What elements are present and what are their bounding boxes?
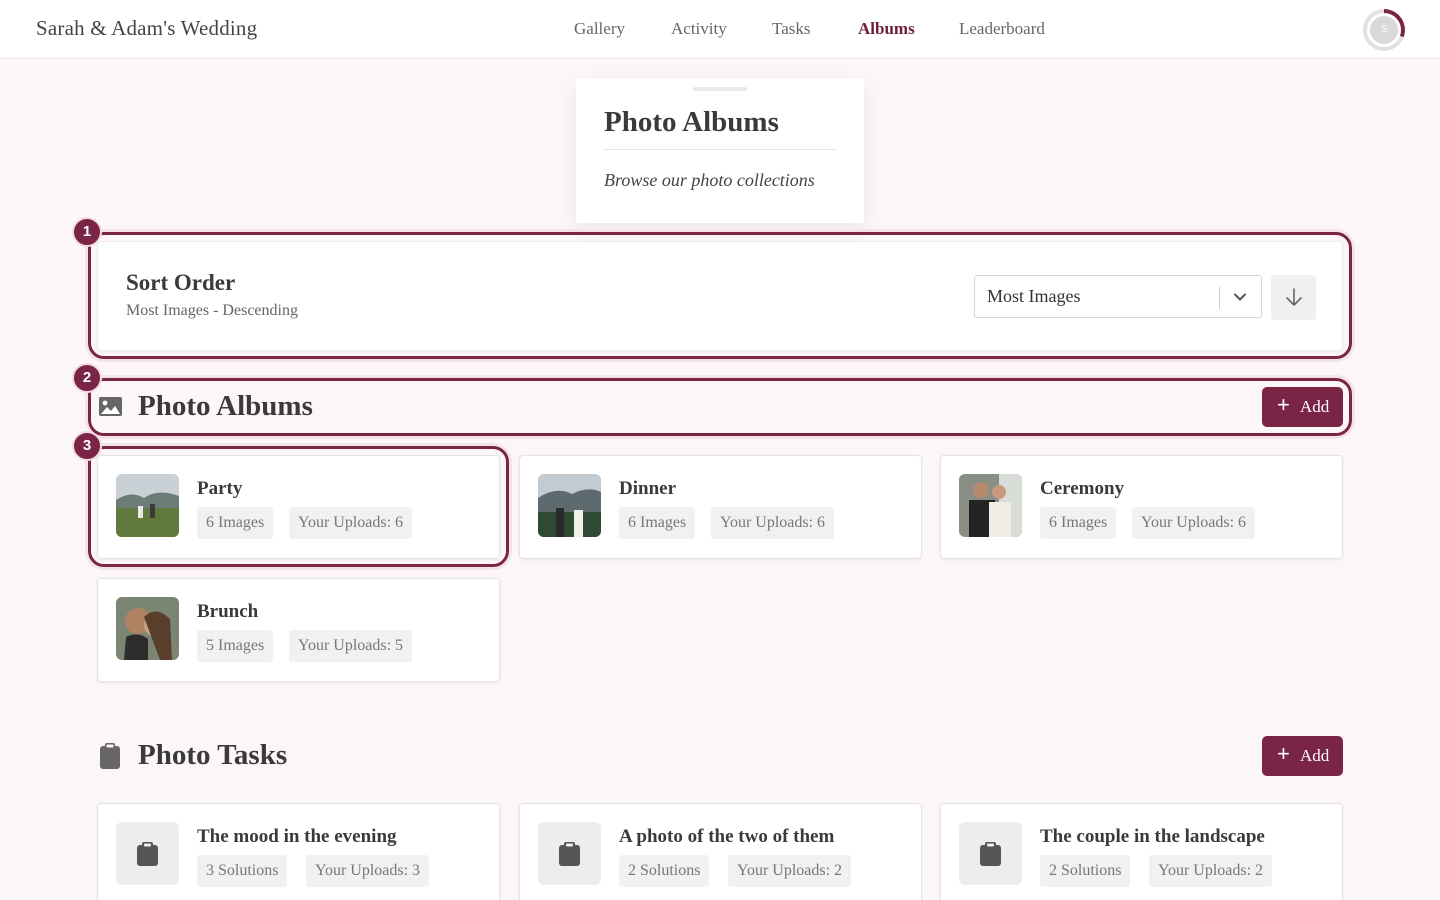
plus-icon: + [1277,741,1290,766]
album-upload-count: Your Uploads: 6 [289,507,413,539]
album-image-count: 6 Images [1040,507,1117,539]
step-marker-1: 1 [72,217,102,247]
task-name: The mood in the evening [197,826,397,847]
task-upload-count: Your Uploads: 2 [728,855,852,887]
clipboard-icon [100,743,120,769]
task-name: The couple in the landscape [1040,826,1265,847]
user-avatar-progress[interactable]: S [1363,9,1405,51]
page-subtitle: Browse our photo collections [604,170,815,190]
album-thumbnail [116,474,179,537]
task-card-two-of-them[interactable]: A photo of the two of them 2 Solutions Y… [519,803,922,900]
sort-direction-button[interactable] [1271,275,1316,320]
nav-tasks[interactable]: Tasks [772,19,810,39]
sort-title: Sort Order [126,270,236,295]
clipboard-icon [980,842,1001,866]
clipboard-icon [559,842,580,866]
album-card-brunch[interactable]: Brunch 5 Images Your Uploads: 5 [97,578,500,682]
image-icon [99,397,122,416]
task-name: A photo of the two of them [619,826,835,847]
album-image-count: 5 Images [197,630,274,662]
step-marker-2: 2 [72,363,102,393]
nav-activity[interactable]: Activity [671,19,727,39]
task-solution-count: 3 Solutions [197,855,288,887]
task-thumbnail [538,822,601,885]
drag-handle [693,87,747,91]
step-marker-3: 3 [72,431,102,461]
album-image-count: 6 Images [619,507,696,539]
page-title: Photo Albums [604,106,779,138]
album-thumbnail [959,474,1022,537]
sort-select-value: Most Images [987,286,1081,306]
divider [603,149,837,150]
task-card-landscape[interactable]: The couple in the landscape 2 Solutions … [940,803,1343,900]
sort-order-card: Sort Order Most Images - Descending Most… [97,241,1343,351]
add-album-button[interactable]: + Add [1262,387,1343,427]
album-card-dinner[interactable]: Dinner 6 Images Your Uploads: 6 [519,455,922,559]
album-upload-count: Your Uploads: 6 [711,507,835,539]
task-thumbnail [116,822,179,885]
add-task-button[interactable]: + Add [1262,736,1343,776]
page-header-card: Photo Albums Browse our photo collection… [576,78,864,223]
top-navbar: Sarah & Adam's Wedding Gallery Activity … [0,0,1440,59]
chevron-down-icon [1230,287,1250,307]
album-card-ceremony[interactable]: Ceremony 6 Images Your Uploads: 6 [940,455,1343,559]
add-album-label: Add [1300,397,1330,416]
albums-section-title: Photo Albums [138,390,313,422]
nav-leaderboard[interactable]: Leaderboard [959,19,1045,39]
clipboard-icon [137,842,158,866]
album-upload-count: Your Uploads: 6 [1132,507,1256,539]
plus-icon: + [1277,392,1290,417]
nav-albums[interactable]: Albums [858,19,915,39]
task-thumbnail [959,822,1022,885]
arrow-down-icon [1286,288,1302,306]
main-nav: Gallery Activity Tasks Albums Leaderboar… [0,19,1440,43]
sort-select[interactable]: Most Images [974,275,1262,318]
task-solution-count: 2 Solutions [1040,855,1131,887]
sort-description: Most Images - Descending [126,302,298,319]
task-solution-count: 2 Solutions [619,855,710,887]
album-name: Brunch [197,601,259,622]
album-name: Party [197,478,243,499]
album-name: Ceremony [1040,478,1125,499]
album-name: Dinner [619,478,676,499]
album-thumbnail [116,597,179,660]
nav-gallery[interactable]: Gallery [574,19,625,39]
album-image-count: 6 Images [197,507,274,539]
task-card-evening-mood[interactable]: The mood in the evening 3 Solutions Your… [97,803,500,900]
add-task-label: Add [1300,746,1330,765]
task-upload-count: Your Uploads: 2 [1149,855,1273,887]
tasks-section-title: Photo Tasks [138,739,288,771]
album-thumbnail [538,474,601,537]
avatar: S [1367,13,1401,47]
task-upload-count: Your Uploads: 3 [306,855,430,887]
album-card-party[interactable]: Party 6 Images Your Uploads: 6 [97,455,500,559]
album-upload-count: Your Uploads: 5 [289,630,413,662]
select-separator [1219,287,1220,309]
